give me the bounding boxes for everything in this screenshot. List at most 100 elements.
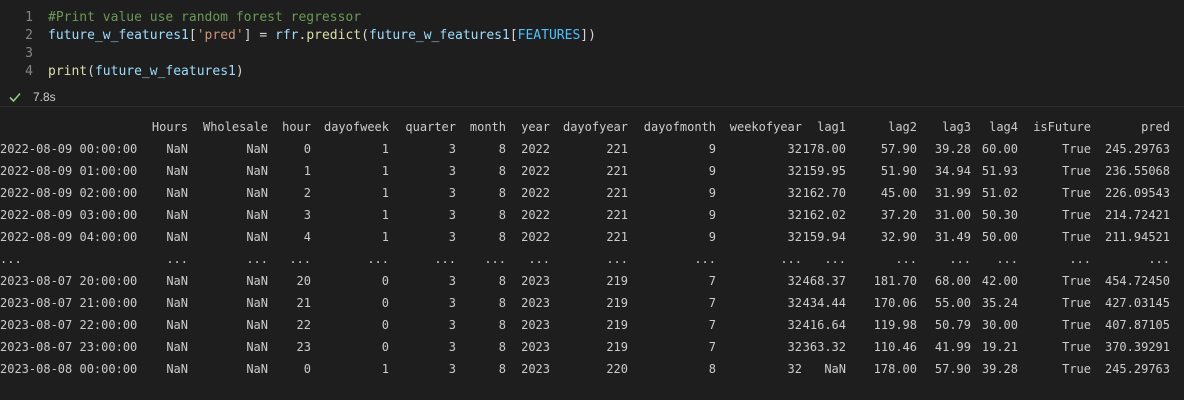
table-cell: 220 bbox=[606, 362, 628, 376]
notebook-code-cell[interactable]: 1 #Print value use random forest regresso… bbox=[0, 0, 1184, 107]
table-cell: 8 bbox=[708, 362, 716, 376]
code-token: print bbox=[48, 64, 88, 79]
table-cell: 35.24 bbox=[981, 296, 1018, 310]
execution-status: 7.8s bbox=[0, 88, 100, 106]
table-cell: 181.70 bbox=[873, 274, 917, 288]
code-text[interactable]: print(future_w_features1) bbox=[48, 63, 244, 81]
table-cell: ... bbox=[484, 252, 506, 266]
table-cell: ... bbox=[780, 252, 802, 266]
table-cell: 1 bbox=[303, 164, 311, 178]
table-cell: ... bbox=[1069, 252, 1091, 266]
table-cell: 2023 bbox=[521, 340, 550, 354]
table-cell: 45.00 bbox=[880, 186, 917, 200]
row-index: 2022-08-09 04:00:00 bbox=[0, 230, 138, 244]
table-cell: 31.00 bbox=[934, 208, 971, 222]
row-index: 2023-08-07 22:00:00 bbox=[0, 318, 138, 332]
code-text[interactable]: #Print value use random forest regressor bbox=[48, 9, 361, 27]
table-cell: 4 bbox=[303, 230, 311, 244]
table-cell: True bbox=[1062, 142, 1091, 156]
table-cell: 221 bbox=[606, 186, 628, 200]
table-cell: 370.39291 bbox=[1104, 340, 1170, 354]
table-row: 2022-08-09 03:00:00 NaN NaN 3 1 3 8 2022 221 9 32 1… bbox=[0, 204, 1184, 226]
table-cell: 2023 bbox=[521, 296, 550, 310]
code-token: [ bbox=[509, 28, 518, 43]
table-cell: True bbox=[1062, 362, 1091, 376]
table-cell: 51.93 bbox=[981, 164, 1018, 178]
table-cell: 416.64 bbox=[802, 318, 846, 332]
table-cell: NaN bbox=[166, 230, 188, 244]
table-cell: ... bbox=[367, 252, 389, 266]
table-cell: lag2 bbox=[888, 120, 917, 134]
table-cell: 23 bbox=[296, 340, 311, 354]
code-token: ] = bbox=[243, 28, 275, 43]
table-cell: NaN bbox=[246, 164, 268, 178]
code-token: FEATURES bbox=[517, 28, 581, 43]
table-cell: NaN bbox=[166, 208, 188, 222]
table-cell: 211.94521 bbox=[1104, 230, 1170, 244]
table-cell: 221 bbox=[606, 142, 628, 156]
line-number: 3 bbox=[25, 46, 33, 61]
table-cell: 9 bbox=[708, 230, 716, 244]
table-cell: 8 bbox=[498, 362, 506, 376]
table-cell: 32 bbox=[787, 230, 802, 244]
table-cell: 57.90 bbox=[934, 362, 971, 376]
table-cell: dayofyear bbox=[562, 120, 628, 134]
table-cell: 32 bbox=[787, 186, 802, 200]
table-cell: NaN bbox=[246, 274, 268, 288]
table-cell: 3 bbox=[448, 186, 456, 200]
table-cell: 41.99 bbox=[934, 340, 971, 354]
row-index: ... bbox=[0, 252, 22, 266]
table-cell: ... bbox=[434, 252, 456, 266]
table-cell: 3 bbox=[448, 362, 456, 376]
table-cell: NaN bbox=[166, 142, 188, 156]
table-cell: 0 bbox=[303, 142, 311, 156]
row-index: 2022-08-09 03:00:00 bbox=[0, 208, 138, 222]
table-cell: 30.00 bbox=[981, 318, 1018, 332]
table-cell: NaN bbox=[166, 362, 188, 376]
row-index: 2022-08-09 01:00:00 bbox=[0, 164, 138, 178]
table-cell: 226.09543 bbox=[1104, 186, 1170, 200]
table-cell: isFuture bbox=[1033, 120, 1091, 134]
code-token: future_w_features1 bbox=[94, 64, 236, 79]
table-cell: 1 bbox=[381, 142, 389, 156]
table-cell: 7 bbox=[708, 340, 716, 354]
table-cell: 32 bbox=[787, 318, 802, 332]
table-cell: 221 bbox=[606, 164, 628, 178]
table-cell: 22 bbox=[296, 318, 311, 332]
table-cell: 2022 bbox=[521, 208, 550, 222]
table-cell: 219 bbox=[606, 340, 628, 354]
table-cell: 68.00 bbox=[934, 274, 971, 288]
table-cell: NaN bbox=[246, 362, 268, 376]
table-cell: 159.94 bbox=[802, 230, 846, 244]
table-cell: 170.06 bbox=[873, 296, 917, 310]
row-index: 2022-08-09 00:00:00 bbox=[0, 142, 138, 156]
table-cell: 0 bbox=[381, 296, 389, 310]
code-token: predict bbox=[306, 28, 362, 43]
cell-output-divider bbox=[0, 106, 1184, 107]
table-cell: 221 bbox=[606, 230, 628, 244]
table-cell: dayofweek bbox=[323, 120, 389, 134]
check-icon bbox=[9, 92, 21, 103]
table-cell: 32 bbox=[787, 274, 802, 288]
table-cell: ... bbox=[166, 252, 188, 266]
table-row: 2022-08-09 02:00:00 NaN NaN 2 1 3 8 2022 221 9 32 1… bbox=[0, 182, 1184, 204]
table-cell: 31.99 bbox=[934, 186, 971, 200]
table-cell: 50.79 bbox=[934, 318, 971, 332]
table-cell: 8 bbox=[498, 164, 506, 178]
table-cell: month bbox=[469, 120, 506, 134]
code-token: future_w_features1 bbox=[368, 28, 510, 43]
table-cell: 468.37 bbox=[802, 274, 846, 288]
table-row: 2022-08-09 00:00:00 NaN NaN 0 1 3 8 2022 221 9 32 1… bbox=[0, 138, 1184, 160]
table-cell: 219 bbox=[606, 318, 628, 332]
table-cell: 20 bbox=[296, 274, 311, 288]
table-cell: 3 bbox=[448, 296, 456, 310]
table-cell: 245.29763 bbox=[1104, 362, 1170, 376]
table-cell: Wholesale bbox=[202, 120, 268, 134]
table-cell: 8 bbox=[498, 142, 506, 156]
table-cell: quarter bbox=[405, 120, 456, 134]
table-cell: NaN bbox=[246, 230, 268, 244]
table-cell: 60.00 bbox=[981, 142, 1018, 156]
table-cell: 3 bbox=[448, 142, 456, 156]
table-cell: 32 bbox=[787, 296, 802, 310]
code-text[interactable]: future_w_features1['pred'] = rfr.predict… bbox=[48, 27, 596, 45]
